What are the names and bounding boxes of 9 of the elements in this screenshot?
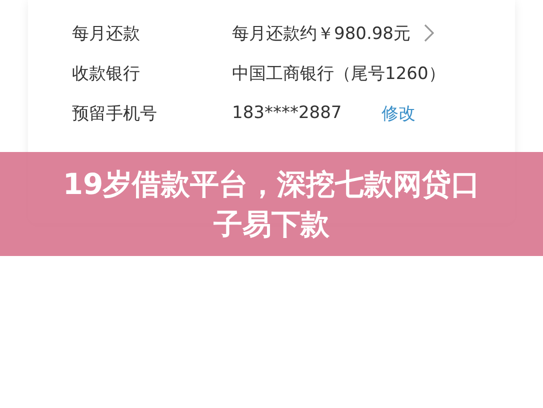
row-value: 183****2887: [232, 103, 342, 123]
row-value: 每月还款约￥980.98元: [232, 22, 410, 44]
chevron-icon[interactable]: [424, 24, 434, 42]
row-label: 每月还款: [72, 22, 141, 44]
row-label: 收款银行: [72, 62, 141, 84]
row-value: 中国工商银行（尾号1260）: [232, 62, 446, 84]
banner-title: 19岁借款平台，深挖七款网贷口子易下款: [62, 166, 482, 243]
row-label: 预留手机号: [72, 102, 158, 124]
edit-link[interactable]: 修改: [382, 102, 416, 124]
